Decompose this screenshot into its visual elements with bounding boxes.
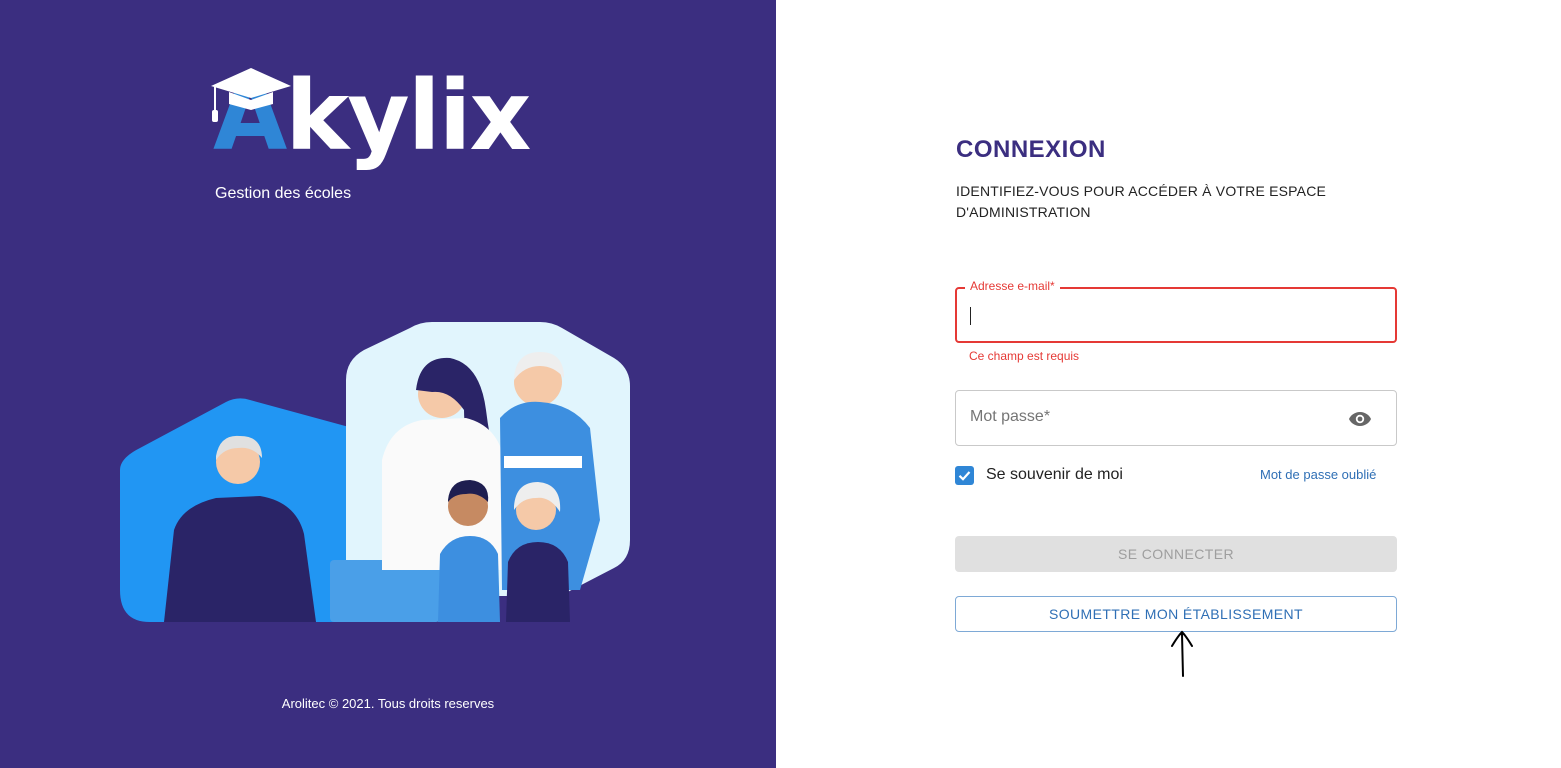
brand-panel: Akylix Gestion des écoles Arolitec © 202… — [0, 0, 776, 768]
email-error-message: Ce champ est requis — [969, 349, 1080, 363]
email-field[interactable]: Adresse e-mail* — [955, 279, 1397, 343]
page-subtitle: IDENTIFIEZ-VOUS POUR ACCÉDER À VOTRE ESP… — [956, 183, 1327, 220]
email-input[interactable] — [973, 303, 1373, 327]
checkmark-icon — [958, 470, 971, 481]
akylix-logo: Akylix Gestion des écoles — [205, 62, 545, 212]
family-illustration — [120, 322, 630, 622]
login-panel: CONNEXION IDENTIFIEZ-VOUS POUR ACCÉDER À… — [776, 0, 1561, 768]
forgot-password-link[interactable]: Mot de passe oublié — [1260, 467, 1376, 482]
connect-button[interactable]: SE CONNECTER — [955, 536, 1397, 572]
remember-me[interactable]: Se souvenir de moi — [955, 464, 1123, 486]
logo-word-rest: kylix — [285, 60, 531, 172]
remember-me-label: Se souvenir de moi — [986, 466, 1123, 483]
page-title: CONNEXION — [956, 136, 1106, 163]
graduation-cap-icon — [211, 68, 291, 122]
password-placeholder: Mot passe* — [970, 408, 1051, 425]
hand-drawn-arrow-annotation — [1171, 630, 1193, 677]
email-label: Adresse e-mail* — [965, 279, 1060, 293]
eye-icon[interactable] — [1348, 407, 1372, 431]
password-field[interactable]: Mot passe* — [955, 390, 1397, 446]
remember-me-checkbox[interactable] — [955, 465, 974, 485]
copyright-text: Arolitec © 2021. Tous droits reserves — [281, 696, 495, 711]
text-caret — [970, 307, 971, 325]
logo-subtitle: Gestion des écoles — [215, 185, 352, 202]
